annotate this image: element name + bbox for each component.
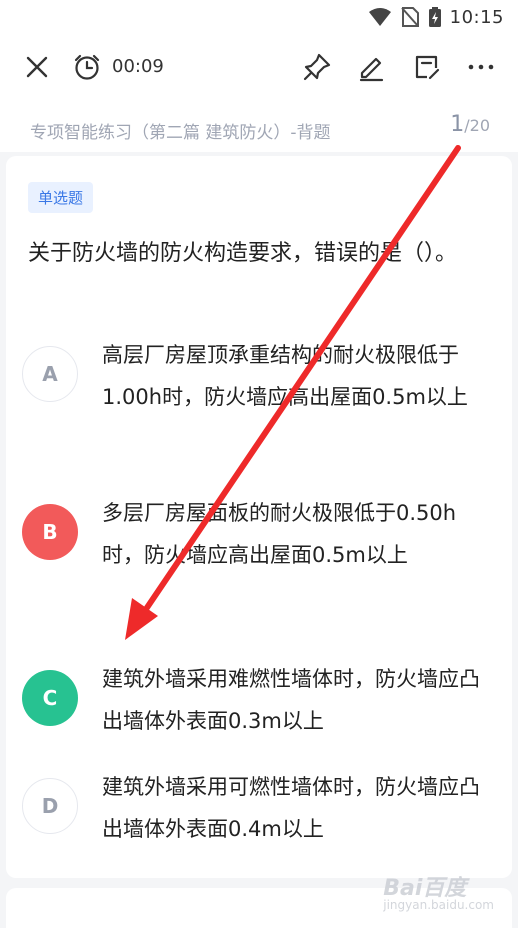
current-question-number: 1 — [450, 112, 465, 137]
option-letter: C — [22, 670, 78, 726]
question-type-badge: 单选题 — [28, 182, 94, 213]
option-text: 建筑外墙采用难燃性墙体时，防火墙应凸出墙体外表面0.3m以上 — [102, 667, 480, 733]
wifi-icon — [368, 8, 391, 26]
option-letter: D — [22, 778, 78, 834]
practice-title: 专项智能练习（第二篇 建筑防火）-背题 — [30, 123, 331, 143]
watermark-url: jingyan.baidu.com — [383, 898, 494, 912]
option-text: 建筑外墙采用可燃性墙体时，防火墙应凸出墙体外表面0.4m以上 — [102, 775, 480, 841]
toolbar: 00:09 — [0, 36, 518, 100]
pin-icon[interactable] — [300, 50, 334, 84]
timer-text: 00:09 — [112, 56, 164, 77]
close-icon[interactable] — [20, 50, 54, 84]
total-questions: /20 — [464, 116, 490, 135]
battery-charging-icon — [428, 7, 441, 27]
edit-icon[interactable] — [354, 50, 388, 84]
option-text: 多层厂房屋面板的耐火极限低于0.50h时，防火墙应高出屋面0.5m以上 — [102, 501, 457, 567]
status-bar: 10:15 — [0, 0, 518, 36]
question-card: 单选题 关于防火墙的防火构造要求，错误的是（）。 A 高层厂房屋顶承重结构的耐火… — [6, 156, 512, 878]
baidu-watermark: Bai百度 jingyan.baidu.com — [383, 870, 494, 912]
no-sim-icon — [400, 7, 419, 27]
question-progress: 1/20 — [450, 112, 490, 137]
option-letter: B — [22, 504, 78, 560]
note-icon[interactable] — [410, 50, 444, 84]
more-icon[interactable] — [464, 50, 498, 84]
question-text: 关于防火墙的防火构造要求，错误的是（）。 — [28, 241, 458, 266]
practice-header: 专项智能练习（第二篇 建筑防火）-背题 1/20 — [0, 100, 518, 152]
alarm-clock-icon[interactable] — [70, 50, 104, 84]
option-letter: A — [22, 346, 78, 402]
option-text: 高层厂房屋顶承重结构的耐火极限低于1.00h时，防火墙应高出屋面0.5m以上 — [102, 343, 468, 409]
status-time: 10:15 — [449, 6, 504, 28]
